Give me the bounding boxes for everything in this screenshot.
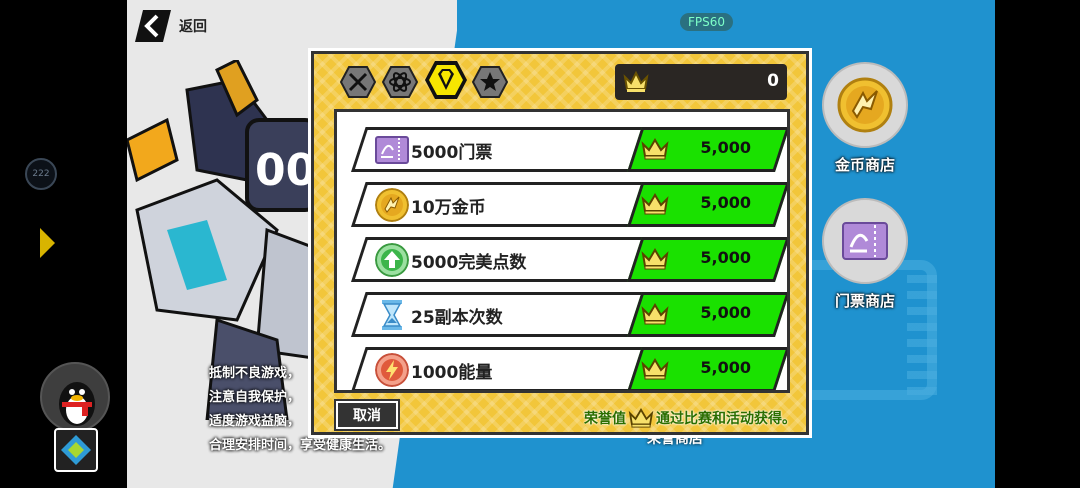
crown-icon <box>641 193 669 215</box>
tab-diamond[interactable] <box>424 60 468 100</box>
item-name: 5000门票 <box>411 143 493 163</box>
diamond-icon <box>425 61 467 99</box>
exchange-list[interactable]: 5000门票 5,000 10万金币 5,000 5000完美点数 5,000 … <box>334 109 790 393</box>
hourglass-icon <box>382 300 402 330</box>
crown-icon <box>641 138 669 160</box>
honor-hint: 荣誉值 通过比赛和活动获得。 <box>584 408 796 428</box>
qq-penguin-avatar[interactable] <box>40 362 110 432</box>
cancel-label: 取消 <box>338 403 396 427</box>
tab-atom[interactable] <box>381 66 419 98</box>
item-name: 25副本次数 <box>411 308 503 328</box>
item-name: 10万金币 <box>411 198 486 218</box>
ticket-shop-label: 门票商店 <box>834 292 895 310</box>
dialog-body: 0 5000门票 5,000 10万金币 5,000 5000完美点数 5,00… <box>311 51 809 435</box>
green-arrow-icon <box>375 243 409 277</box>
crown-icon <box>623 71 649 92</box>
list-item[interactable]: 5000门票 5,000 <box>351 127 787 172</box>
fps-counter: FPS60 <box>680 13 734 31</box>
left-system-bar: 222 <box>0 0 127 488</box>
gold-coin-icon <box>375 188 409 222</box>
game-app-icon[interactable] <box>54 428 98 472</box>
gold-shop-label: 金币商店 <box>834 156 895 174</box>
item-name: 1000能量 <box>411 363 493 383</box>
floating-bubble[interactable]: 222 <box>25 158 57 190</box>
honor-currency-display: 0 <box>615 64 787 100</box>
hint-suffix: 通过比赛和活动获得。 <box>656 411 796 427</box>
list-item[interactable]: 10万金币 5,000 <box>351 182 787 227</box>
list-item[interactable]: 5000完美点数 5,000 <box>351 237 787 282</box>
star-icon <box>471 66 509 98</box>
hint-prefix: 荣誉值 <box>584 411 626 427</box>
item-price: 5,000 <box>700 358 751 377</box>
right-system-bar <box>995 0 1080 488</box>
item-price: 5,000 <box>700 138 751 157</box>
list-item[interactable]: 25副本次数 5,000 <box>351 292 787 337</box>
honor-value: 0 <box>767 71 779 91</box>
crown-icon <box>628 408 654 428</box>
back-button[interactable] <box>135 10 171 42</box>
gold-shop-button[interactable]: 金币商店 <box>822 62 908 175</box>
swords-icon <box>339 66 377 98</box>
ticket-icon <box>822 198 908 284</box>
tab-swords[interactable] <box>339 66 377 98</box>
bg-circuit-lines <box>907 275 937 395</box>
list-item[interactable]: 1000能量 5,000 <box>351 347 787 390</box>
expand-arrow-icon[interactable] <box>40 228 55 258</box>
ticket-shop-button[interactable]: 门票商店 <box>822 198 908 311</box>
lightning-icon <box>375 353 409 387</box>
crown-icon <box>641 358 669 380</box>
item-price: 5,000 <box>700 193 751 212</box>
gold-coin-icon <box>822 62 908 148</box>
atom-icon <box>381 66 419 98</box>
tab-star[interactable] <box>471 66 509 98</box>
crown-icon <box>641 303 669 325</box>
honor-exchange-dialog: 0 5000门票 5,000 10万金币 5,000 5000完美点数 5,00… <box>308 48 812 438</box>
cancel-button[interactable]: 取消 <box>334 399 400 431</box>
item-price: 5,000 <box>700 248 751 267</box>
crown-icon <box>641 248 669 270</box>
item-name: 5000完美点数 <box>411 253 527 273</box>
item-price: 5,000 <box>700 303 751 322</box>
ticket-icon <box>375 136 409 164</box>
back-label[interactable]: 返回 <box>179 16 207 36</box>
